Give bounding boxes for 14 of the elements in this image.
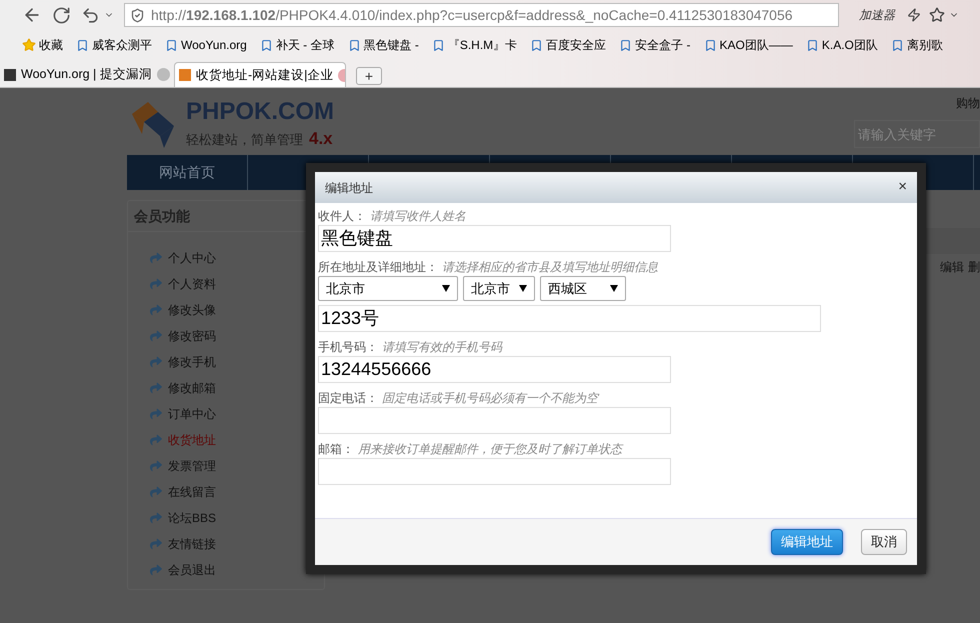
field-label: 手机号码： — [318, 339, 378, 356]
field-hint: 请选择相应的省市县及填写地址明细信息 — [442, 259, 658, 276]
field-label: 固定电话： — [318, 390, 378, 407]
field-hint: 请填写有效的手机号码 — [382, 339, 502, 356]
field-hint: 用来接收订单提醒邮件，便于您及时了解订单状态 — [358, 441, 622, 458]
field-hint: 固定电话或手机号码必须有一个不能为空 — [382, 390, 598, 407]
logo-name: PHPOK.COM — [186, 98, 334, 126]
dialog-title: 编辑地址 — [325, 180, 373, 196]
field-hint: 请填写收件人姓名 — [370, 208, 466, 225]
logo-version: 4.x — [309, 128, 333, 150]
field-label: 收件人： — [318, 208, 366, 225]
field-label: 所在地址及详细地址： — [318, 259, 438, 276]
field-label: 邮箱： — [318, 441, 354, 458]
url-text: http://192.168.1.102/PHPOK4.4.010/index.php?c=usercp&f=address&_noCache=0.4112530183047056 — [151, 6, 793, 25]
